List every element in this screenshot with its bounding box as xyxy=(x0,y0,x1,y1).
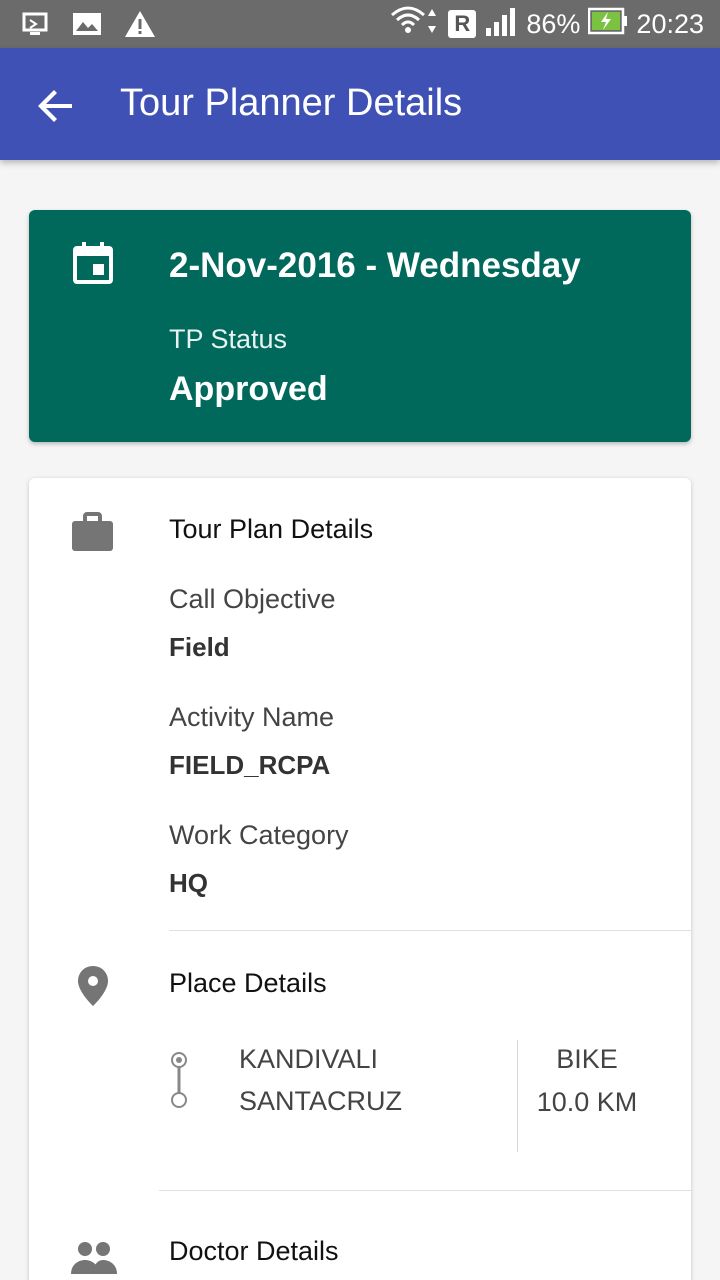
travel-mode: BIKE xyxy=(556,1044,618,1074)
warning-icon xyxy=(124,10,156,43)
page-title: Tour Planner Details xyxy=(120,82,463,124)
divider xyxy=(159,1190,691,1191)
tp-status-card: 2-Nov-2016 - Wednesday TP Status Approve… xyxy=(29,210,691,442)
briefcase-icon xyxy=(71,510,115,554)
clock: 20:23 xyxy=(636,8,704,39)
roaming-icon: R xyxy=(448,10,477,38)
tour-plan-section-title: Tour Plan Details xyxy=(169,514,374,544)
place-section-title: Place Details xyxy=(169,968,327,998)
tp-status-label: TP Status xyxy=(169,324,288,354)
usb-debug-icon xyxy=(22,10,50,43)
details-card: Tour Plan Details Call Objective Field A… xyxy=(29,478,691,1280)
back-arrow-icon xyxy=(30,90,82,136)
divider xyxy=(169,930,691,931)
work-category-value: HQ xyxy=(169,868,208,898)
back-button[interactable] xyxy=(30,80,82,132)
route-icon xyxy=(167,1050,191,1114)
call-objective-value: Field xyxy=(169,632,230,662)
work-category-label: Work Category xyxy=(169,820,349,850)
place-from: KANDIVALI xyxy=(239,1044,379,1074)
image-icon xyxy=(72,11,102,42)
activity-name-label: Activity Name xyxy=(169,702,335,732)
signal-icon xyxy=(484,6,518,43)
calendar-icon xyxy=(73,242,113,284)
status-bar: R 86% 20:23 xyxy=(0,0,720,48)
app-bar: Tour Planner Details xyxy=(0,48,720,160)
doctor-section-title: Doctor Details xyxy=(169,1236,339,1266)
travel-distance: 10.0 KM xyxy=(536,1087,638,1117)
tour-date: 2-Nov-2016 - Wednesday xyxy=(169,246,581,285)
battery-charging-icon xyxy=(588,7,628,42)
place-to: SANTACRUZ xyxy=(239,1086,403,1116)
vertical-divider xyxy=(517,1040,518,1152)
call-objective-label: Call Objective xyxy=(169,584,336,614)
battery-percent: 86% xyxy=(526,8,581,39)
location-pin-icon xyxy=(75,964,119,1008)
wifi-icon xyxy=(390,5,440,44)
activity-name-value: FIELD_RCPA xyxy=(169,750,331,780)
tp-status-value: Approved xyxy=(169,370,328,408)
people-icon xyxy=(71,1238,117,1280)
